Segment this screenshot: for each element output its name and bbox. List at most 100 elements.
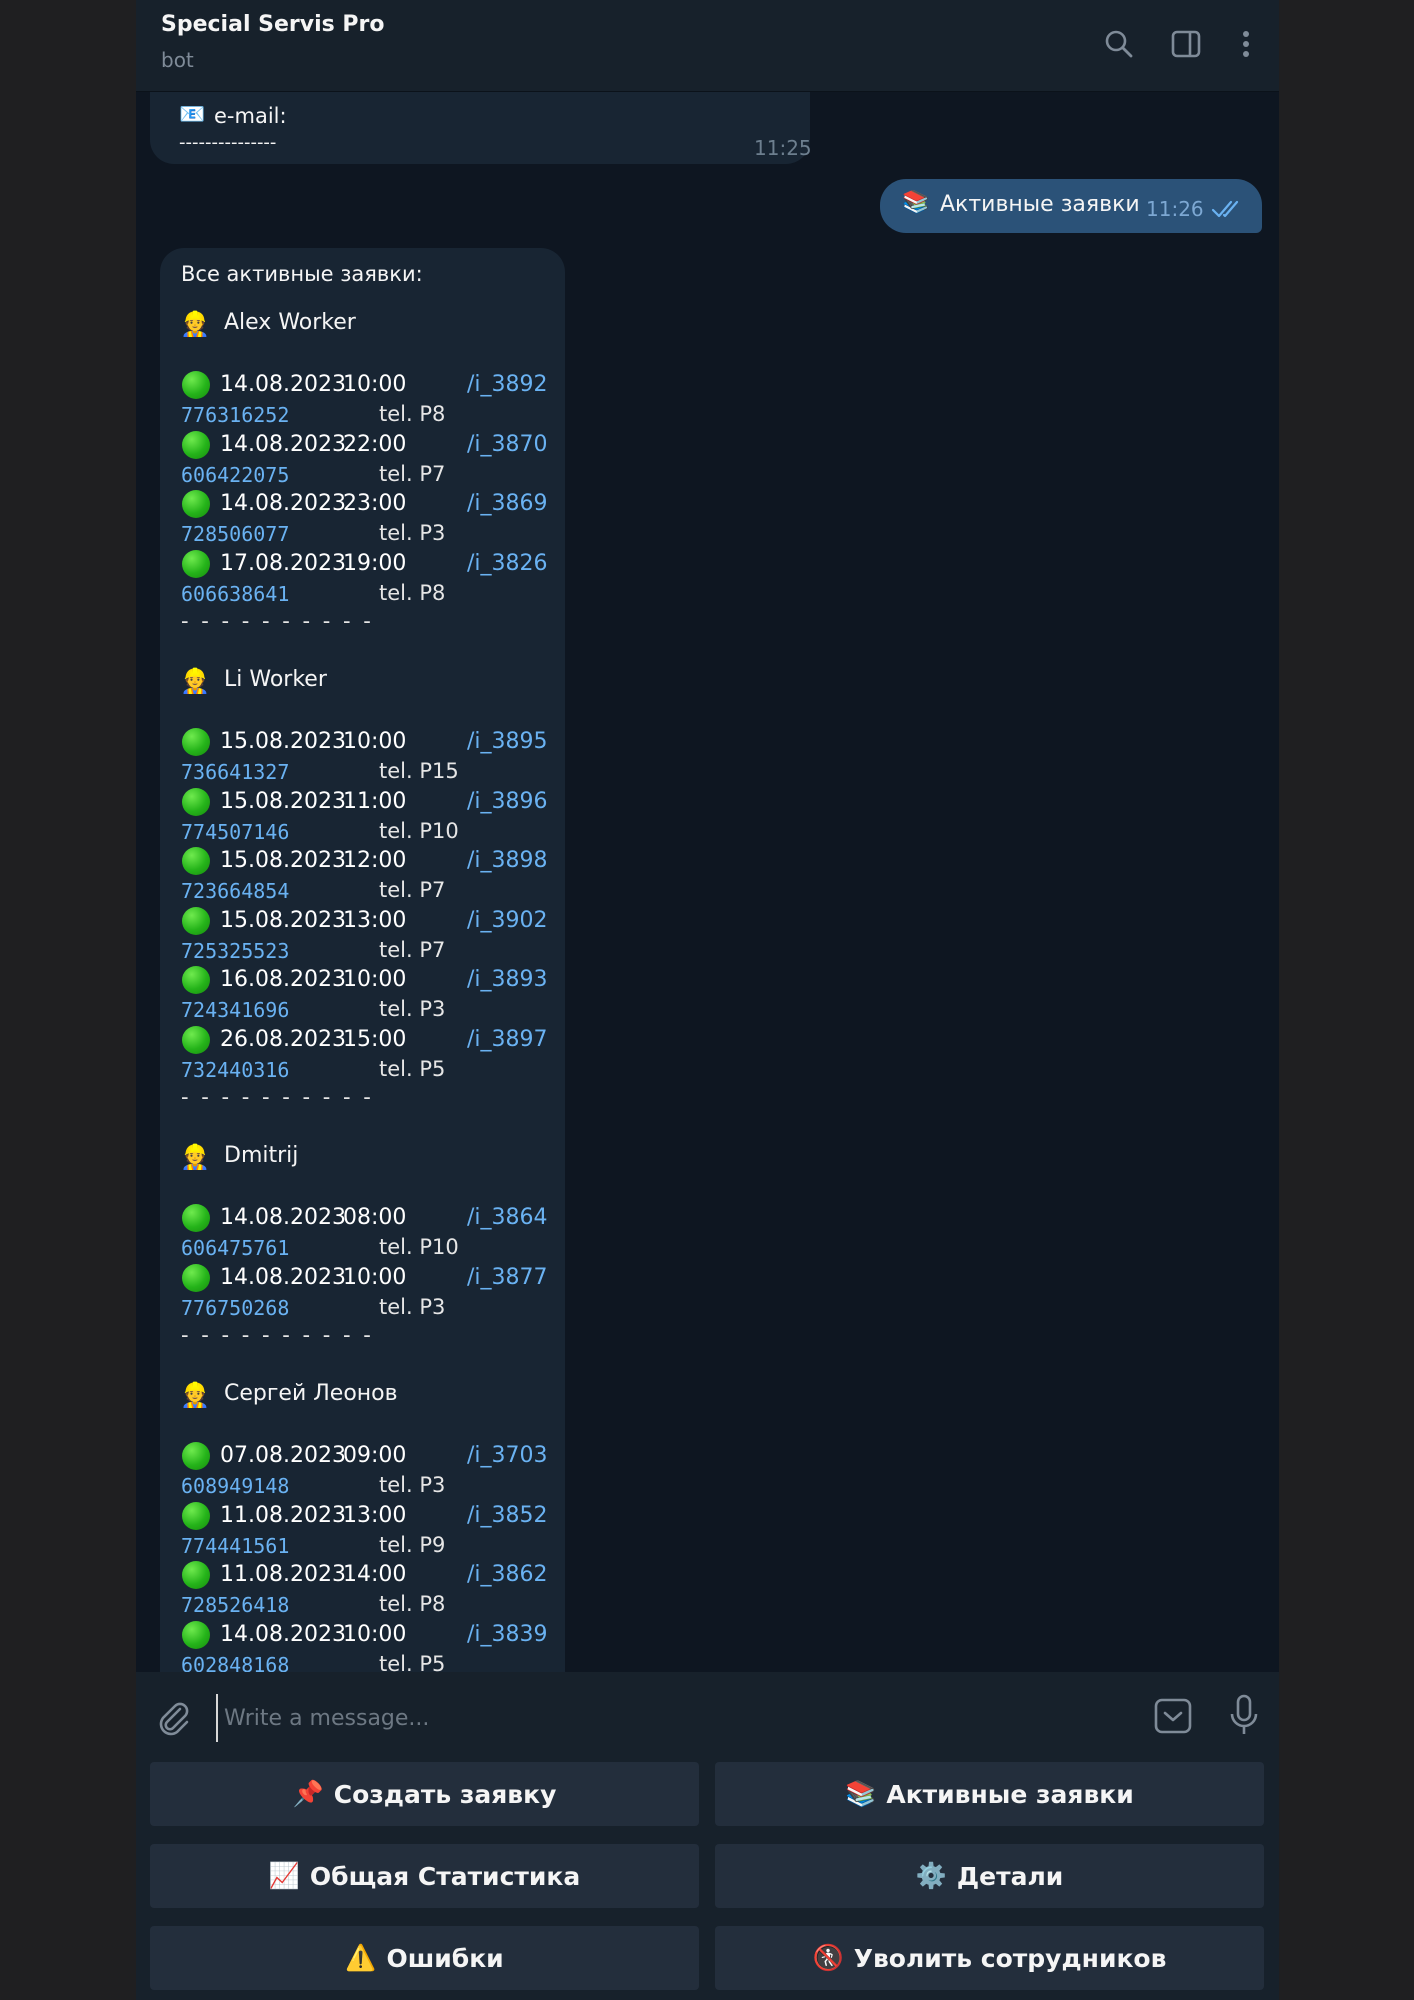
order-command-link[interactable]: /i_3895: [467, 729, 548, 754]
email-icon: 📧: [179, 102, 206, 126]
order-phone-link[interactable]: 606422075: [181, 463, 289, 487]
order-phone-link[interactable]: 606638641: [181, 582, 289, 606]
attach-icon[interactable]: [154, 1698, 192, 1736]
order-time: 11:00: [343, 788, 407, 814]
email-dashes: ---------------: [179, 132, 277, 153]
order-phone-link[interactable]: 776750268: [181, 1296, 289, 1320]
order-time: 09:00: [343, 1443, 407, 1468]
order-phone-link[interactable]: 736641327: [181, 760, 289, 784]
bot-keyboard-icon[interactable]: [1153, 1696, 1193, 1736]
green-circle-icon: [182, 728, 210, 756]
order-date: 07.08.2023: [220, 1443, 346, 1468]
order-command-link[interactable]: /i_3864: [467, 1205, 548, 1230]
order-tel-label: tel. P7: [379, 461, 446, 486]
gear-icon: ⚙️: [915, 1861, 947, 1890]
order-tel-label: tel. P8: [379, 1592, 446, 1616]
order-date: 14.08.2023: [220, 1621, 346, 1647]
order-command-link[interactable]: /i_3902: [467, 908, 548, 933]
create-order-button[interactable]: 📌 Создать заявку: [150, 1762, 699, 1826]
construction-worker-icon: 👷: [180, 310, 210, 338]
order-command-link[interactable]: /i_3826: [467, 551, 548, 576]
green-circle-icon: [182, 1561, 210, 1589]
order-date: 14.08.2023: [220, 1264, 346, 1290]
order-tel-label: tel. P3: [379, 1473, 446, 1497]
errors-button[interactable]: ⚠️ Ошибки: [150, 1926, 699, 1990]
microphone-icon[interactable]: [1228, 1694, 1260, 1738]
order-command-link[interactable]: /i_3892: [467, 372, 548, 397]
order-time: 10:00: [343, 372, 407, 397]
order-command-link[interactable]: /i_3870: [467, 432, 548, 457]
order-phone-link[interactable]: 774441561: [181, 1534, 289, 1558]
order-command-link[interactable]: /i_3877: [467, 1265, 548, 1290]
worker-name: Dmitrij: [224, 1143, 299, 1168]
order-tel-label: tel. P8: [379, 402, 446, 426]
order-date: 15.08.2023: [220, 907, 346, 933]
order-time: 10:00: [343, 1264, 407, 1290]
order-phone-link[interactable]: 724341696: [181, 998, 289, 1022]
order-phone-link[interactable]: 732440316: [181, 1058, 289, 1082]
button-label: Активные заявки: [886, 1779, 1134, 1809]
order-tel-label: tel. P7: [379, 878, 446, 902]
order-command-link[interactable]: /i_3703: [467, 1443, 548, 1468]
order-phone-link[interactable]: 723664854: [181, 879, 289, 903]
message-time: 11:26: [1146, 197, 1204, 221]
order-date: 17.08.2023: [220, 550, 346, 576]
active-orders-button[interactable]: 📚 Активные заявки: [715, 1762, 1264, 1826]
order-phone-link[interactable]: 776316252: [181, 403, 289, 427]
order-command-link[interactable]: /i_3839: [467, 1622, 548, 1647]
order-tel-label: tel. P3: [379, 1294, 446, 1319]
section-separator: - - - - - - - - - -: [181, 1323, 374, 1347]
button-label: Создать заявку: [333, 1779, 557, 1809]
books-icon: 📚: [902, 190, 930, 215]
green-circle-icon: [182, 1620, 210, 1649]
message-list[interactable]: 📧 e-mail: --------------- 11:25 📚 Активн…: [136, 92, 1279, 1672]
order-phone-link[interactable]: 725325523: [181, 939, 289, 963]
message-input[interactable]: [216, 1694, 946, 1742]
button-label: Ошибки: [386, 1943, 504, 1973]
worker-name: Alex Worker: [224, 310, 356, 335]
active-orders-message: Все активные заявки: 👷 Alex Worker 14.08.20…: [160, 248, 565, 1672]
chat-status: bot: [161, 48, 194, 72]
order-command-link[interactable]: /i_3862: [467, 1562, 548, 1587]
double-check-icon: [1211, 200, 1239, 218]
message-time: 11:25: [754, 136, 812, 160]
dismiss-employees-button[interactable]: 🚷 Уволить сотрудников: [715, 1926, 1264, 1990]
order-command-link[interactable]: /i_3898: [467, 848, 548, 873]
details-button[interactable]: ⚙️ Детали: [715, 1844, 1264, 1908]
order-date: 15.08.2023: [220, 729, 346, 754]
order-command-link[interactable]: /i_3896: [467, 789, 548, 814]
no-pedestrians-icon: 🚷: [812, 1943, 844, 1972]
order-phone-link[interactable]: 608949148: [181, 1474, 289, 1498]
green-circle-icon: [182, 906, 210, 935]
more-vertical-icon[interactable]: [1228, 26, 1264, 62]
order-phone-link[interactable]: 728506077: [181, 522, 289, 546]
green-circle-icon: [182, 847, 210, 875]
order-command-link[interactable]: /i_3897: [467, 1027, 548, 1052]
chart-increasing-icon: 📈: [268, 1861, 300, 1890]
green-circle-icon: [182, 966, 210, 994]
order-phone-link[interactable]: 774507146: [181, 820, 289, 844]
chat-title[interactable]: Special Servis Pro: [161, 12, 384, 37]
order-tel-label: tel. P10: [379, 818, 459, 843]
order-date: 14.08.2023: [220, 372, 346, 397]
order-command-link[interactable]: /i_3893: [467, 967, 548, 992]
order-command-link[interactable]: /i_3869: [467, 491, 548, 516]
search-icon[interactable]: [1101, 26, 1137, 62]
button-label: Общая Статистика: [309, 1861, 581, 1891]
order-phone-link[interactable]: 602848168: [181, 1653, 289, 1673]
green-circle-icon: [182, 1442, 210, 1470]
order-time: 10:00: [343, 967, 407, 992]
green-circle-icon: [182, 1204, 210, 1232]
general-statistics-button[interactable]: 📈 Общая Статистика: [150, 1844, 699, 1908]
order-tel-label: tel. P5: [379, 1651, 446, 1673]
order-tel-label: tel. P8: [379, 580, 446, 605]
order-tel-label: tel. P10: [379, 1235, 459, 1259]
sidebar-toggle-icon[interactable]: [1168, 26, 1204, 62]
chat-header[interactable]: Special Servis Pro bot: [136, 0, 1279, 92]
order-phone-link[interactable]: 728526418: [181, 1593, 289, 1617]
order-command-link[interactable]: /i_3852: [467, 1503, 548, 1528]
order-tel-label: tel. P7: [379, 937, 446, 962]
order-phone-link[interactable]: 606475761: [181, 1236, 289, 1260]
construction-worker-icon: 👷: [180, 1381, 210, 1409]
order-tel-label: tel. P3: [379, 521, 446, 545]
